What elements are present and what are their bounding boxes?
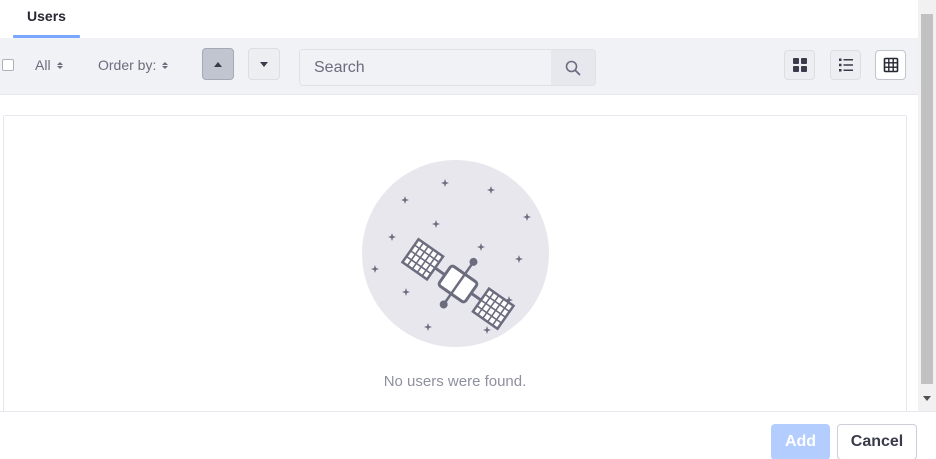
filter-dropdown[interactable]: All (35, 57, 63, 73)
tab-users-label: Users (27, 8, 66, 24)
search-icon (565, 60, 581, 75)
view-cards-button[interactable] (784, 50, 815, 80)
order-by-label: Order by: (98, 57, 157, 73)
order-by-dropdown[interactable]: Order by: (98, 57, 169, 73)
scroll-down-arrow-icon[interactable] (923, 396, 931, 401)
empty-state-message: No users were found. (383, 373, 527, 390)
filter-dropdown-label: All (35, 57, 51, 73)
cards-icon (792, 58, 807, 72)
view-table-button[interactable] (875, 50, 906, 80)
search-input[interactable] (300, 50, 552, 85)
vertical-scrollbar[interactable] (918, 0, 936, 411)
dialog-content: Users All Order by: Search No users were… (0, 0, 918, 411)
caret-up-icon (214, 61, 222, 67)
tab-users[interactable]: Users (13, 0, 80, 38)
search-box (299, 49, 596, 86)
sort-ascending-button[interactable] (202, 48, 234, 80)
caret-double-icon (56, 61, 63, 69)
satellite-icon (362, 160, 549, 347)
cancel-button[interactable]: Cancel (837, 424, 917, 459)
view-list-button[interactable] (830, 50, 861, 80)
list-icon (838, 58, 853, 72)
scrollbar-thumb[interactable] (921, 14, 933, 384)
table-icon (883, 57, 898, 73)
tab-bar: Users (0, 0, 918, 38)
users-selection-dialog: Users All Order by: Search No users were… (0, 0, 936, 459)
results-panel: No users were found. (3, 115, 907, 411)
caret-double-icon (162, 61, 169, 69)
add-button[interactable]: Add (771, 424, 830, 459)
search-button[interactable] (551, 50, 595, 85)
select-all-checkbox[interactable] (2, 59, 14, 71)
sort-descending-button[interactable] (248, 48, 280, 80)
dialog-footer: Add Cancel (0, 411, 936, 459)
management-toolbar: All Order by: (0, 38, 918, 95)
caret-down-icon (260, 61, 268, 67)
